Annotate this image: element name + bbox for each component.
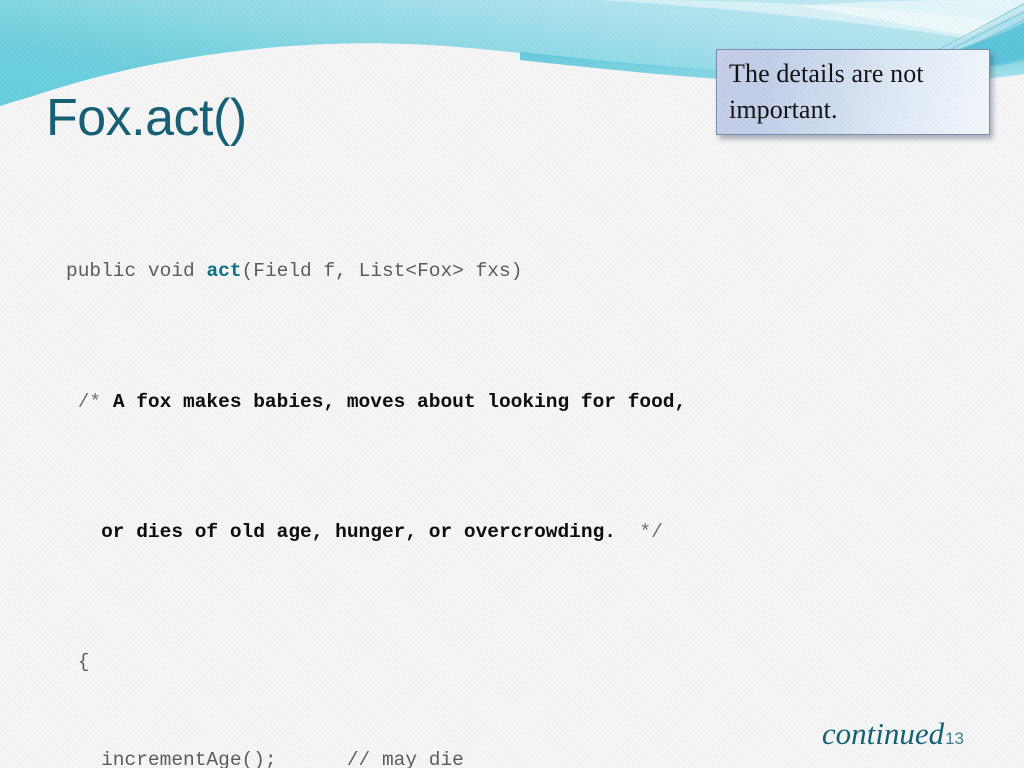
callout-line-1: The details are not <box>729 59 924 88</box>
comment-body-line-1: A fox makes babies, moves about looking … <box>112 390 687 413</box>
code-line-5: incrementAge(); // may die <box>66 749 464 768</box>
code-line-4: { <box>66 651 90 674</box>
footer-continued: continued13 <box>822 716 964 752</box>
continued-label: continued <box>821 716 945 751</box>
slide-number: 13 <box>945 729 964 748</box>
comment-close-delimiter: */ <box>616 520 663 543</box>
code-line-1-part-b: (Field f, List<Fox> fxs) <box>241 260 523 283</box>
code-line-1-part-a: public void <box>66 260 207 283</box>
callout-line-2: important. <box>729 95 838 124</box>
comment-open-delimiter: /* <box>66 390 113 413</box>
code-line-1: public void act(Field f, List<Fox> fxs) <box>66 255 721 288</box>
callout-box: The details are not important. <box>716 49 990 135</box>
slide-title: Fox.act() <box>46 89 247 147</box>
code-line-2: /* A fox makes babies, moves about looki… <box>66 386 721 419</box>
code-block: public void act(Field f, List<Fox> fxs) … <box>66 190 721 768</box>
comment-body-line-2: or dies of old age, hunger, or overcrowd… <box>66 520 616 543</box>
code-keyword-act: act <box>206 260 242 283</box>
slide-canvas: Fox.act() The details are not important.… <box>0 0 1024 768</box>
code-line-3: or dies of old age, hunger, or overcrowd… <box>66 516 721 549</box>
